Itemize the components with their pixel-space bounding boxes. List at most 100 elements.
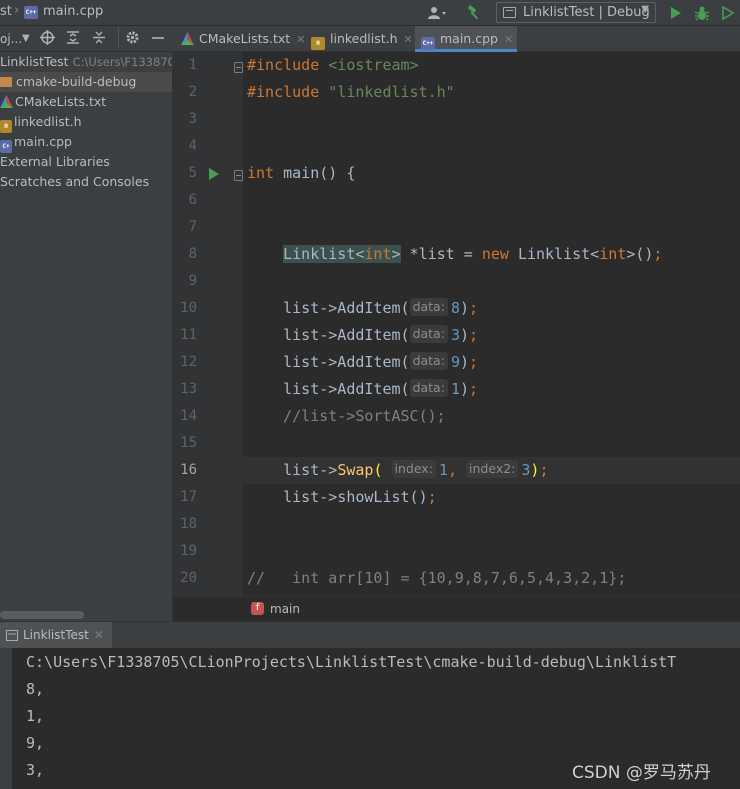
code-line[interactable]: 1 #include <iostream>: [173, 52, 740, 79]
line-number: 10: [180, 300, 197, 316]
run-configuration-select[interactable]: LinklistTest | Debug ▼: [496, 2, 656, 23]
bug-icon[interactable]: [692, 3, 712, 23]
close-icon[interactable]: ✕: [94, 628, 104, 642]
code-token: list->AddItem(: [247, 326, 410, 344]
chevron-down-icon[interactable]: ▼: [22, 33, 30, 44]
code-token: *list =: [400, 245, 482, 263]
tree-item-cmake-build-debug[interactable]: cmake-build-debug: [0, 72, 172, 92]
tab-label: linkedlist.h: [330, 31, 398, 46]
code-token: Linklist<: [283, 245, 365, 263]
tab-cmakelists[interactable]: CMakeLists.txt ✕: [181, 26, 309, 52]
code-line[interactable]: 3: [173, 106, 740, 133]
code-line[interactable]: 12 list->AddItem(data: 9);: [173, 349, 740, 376]
code-token: 1: [438, 461, 448, 479]
console-line: C:\Users\F1338705\CLionProjects\Linklist…: [26, 653, 677, 671]
code-token: int: [599, 245, 627, 263]
code-line[interactable]: 2 #include "linkedlist.h": [173, 79, 740, 106]
expand-all-icon[interactable]: [66, 30, 80, 49]
project-panel-title[interactable]: oj...: [0, 32, 22, 46]
tree-item-cmakelists[interactable]: CMakeLists.txt: [0, 92, 172, 112]
hammer-icon[interactable]: [464, 3, 484, 23]
tree-item-main-cpp[interactable]: C+ main.cpp: [0, 132, 172, 153]
parameter-hint: index:: [391, 460, 436, 478]
code-line[interactable]: 20 // int arr[10] = {10,9,8,7,6,5,4,3,2,1…: [173, 565, 740, 592]
line-number: 2: [188, 84, 197, 100]
chevron-down-icon: ▼: [641, 4, 649, 15]
hide-panel-icon[interactable]: [151, 30, 165, 49]
code-token: ): [459, 380, 469, 398]
parameter-hint: data:: [409, 298, 448, 316]
code-token: int: [364, 245, 392, 263]
fold-icon[interactable]: [234, 170, 243, 181]
breadcrumb-project[interactable]: st: [0, 4, 12, 19]
parameter-hint: data:: [409, 352, 448, 370]
structure-crumb-label[interactable]: main: [270, 602, 300, 616]
code-line[interactable]: 5 int main() {: [173, 160, 740, 187]
code-line[interactable]: 19: [173, 538, 740, 565]
code-editor[interactable]: 1 #include <iostream> 2 #include "linkedlis…: [173, 52, 740, 596]
breadcrumb-file[interactable]: main.cpp: [43, 4, 103, 19]
run-with-coverage-icon[interactable]: [718, 3, 738, 23]
code-token: ;: [427, 488, 437, 506]
code-token: Linklist<: [517, 245, 600, 263]
fold-icon[interactable]: [234, 62, 243, 73]
code-line[interactable]: 8 Linklist<int> *list = new Linklist<int…: [173, 241, 740, 268]
tree-item-project-root[interactable]: LinklistTest C:\Users\F1338705: [0, 52, 173, 72]
code-line[interactable]: 18: [173, 511, 740, 538]
play-icon[interactable]: [666, 3, 686, 23]
code-token: main() {: [283, 164, 356, 182]
project-tree: LinklistTest C:\Users\F1338705 cmake-buil…: [0, 52, 173, 621]
code-line[interactable]: 9: [173, 268, 740, 295]
breadcrumb-separator: ›: [14, 3, 20, 18]
tree-item-label: Scratches and Consoles: [0, 174, 150, 189]
code-line[interactable]: 10 list->AddItem(data: 8);: [173, 295, 740, 322]
code-line[interactable]: 14 //list->SortASC();: [173, 403, 740, 430]
tab-main-cpp[interactable]: C++ main.cpp ✕: [415, 26, 517, 52]
code-text: list->Swap( index: 1, index2: 3);: [247, 457, 548, 484]
run-gutter-icon[interactable]: [209, 168, 219, 180]
collapse-all-icon[interactable]: [92, 30, 106, 49]
code-line[interactable]: 7: [173, 214, 740, 241]
line-number: 1: [188, 57, 197, 73]
line-number: 8: [188, 246, 197, 262]
close-icon[interactable]: ✕: [504, 33, 513, 46]
tree-item-external-libraries[interactable]: External Libraries: [0, 152, 172, 172]
code-token: Swap: [337, 461, 374, 479]
code-token: ;: [469, 353, 479, 371]
gear-icon[interactable]: [125, 30, 140, 49]
line-number: 17: [180, 489, 197, 505]
line-number: 3: [188, 111, 197, 127]
line-number: 19: [180, 543, 197, 559]
function-icon: f: [251, 602, 264, 615]
code-text: list->AddItem(data: 1);: [247, 376, 478, 403]
code-text: //list->SortASC();: [247, 403, 446, 430]
tree-item-linkedlist-h[interactable]: Hlinkedlist.h: [0, 112, 172, 133]
code-line[interactable]: 6: [173, 187, 740, 214]
cmake-icon: [0, 95, 13, 108]
divider: [118, 27, 119, 47]
crosshair-icon[interactable]: [40, 30, 55, 49]
code-token: #include: [247, 56, 329, 74]
close-icon[interactable]: ✕: [404, 33, 413, 46]
code-token: list->AddItem(: [247, 299, 410, 317]
code-line[interactable]: 4: [173, 133, 740, 160]
code-token: ;: [539, 461, 549, 479]
tree-item-path-hint: C:\Users\F1338705: [72, 55, 173, 69]
close-icon[interactable]: ✕: [296, 33, 305, 46]
line-number: 6: [188, 192, 197, 208]
tab-label: CMakeLists.txt: [199, 31, 291, 46]
horizontal-scrollbar[interactable]: [0, 611, 84, 619]
console-line: 1,: [26, 707, 45, 725]
code-line[interactable]: 16 list->Swap( index: 1, index2: 3);: [173, 457, 740, 484]
tree-item-scratches[interactable]: Scratches and Consoles: [0, 172, 172, 192]
tab-run-linklisttest[interactable]: LinklistTest ✕: [0, 622, 112, 649]
code-line[interactable]: 17 list->showList();: [173, 484, 740, 511]
code-line[interactable]: 13 list->AddItem(data: 1);: [173, 376, 740, 403]
header-file-icon: H: [311, 37, 325, 50]
tab-linkedlist-h[interactable]: Hlinkedlist.h ✕: [311, 26, 413, 52]
user-icon[interactable]: [424, 3, 450, 23]
code-line[interactable]: 11 list->AddItem(data: 3);: [173, 322, 740, 349]
code-line[interactable]: 15: [173, 430, 740, 457]
